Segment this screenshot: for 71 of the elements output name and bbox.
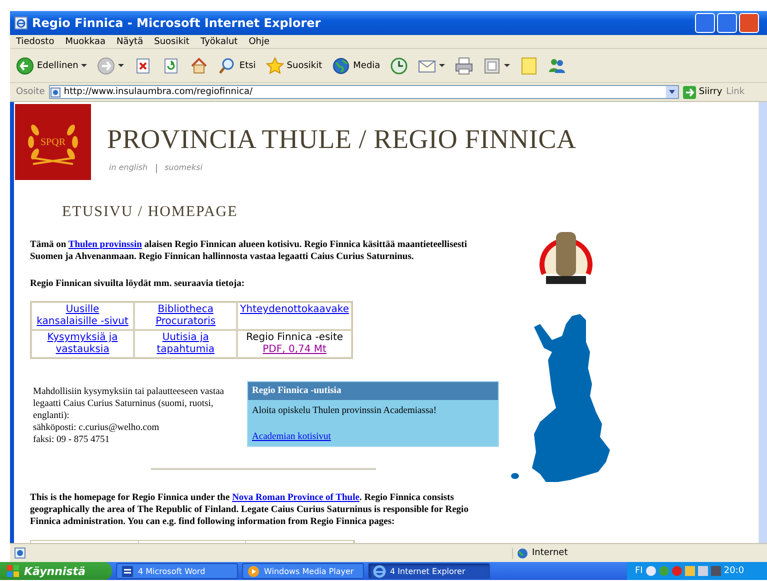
language-link[interactable]: suomeksi [164, 163, 202, 173]
taskbar-button[interactable]: 4 Internet Explorer [368, 563, 490, 579]
taskbar-button[interactable]: Windows Media Player [242, 563, 364, 579]
print-button[interactable] [453, 54, 476, 76]
favorites-button[interactable]: Suosikit [264, 54, 324, 76]
inline-link[interactable]: Thulen provinssin [68, 240, 142, 250]
paragraph: This is the homepage for Regio Finnica under the Nova Roman Province of Thule. Regio Finnica consists geographically the area of The Republic of Finland. Legate Caius Curius Saturninus is responsible for Regio Finnica administration. You can e.g. find following information from Regio Finnica pages: [30, 492, 470, 528]
note-icon [520, 56, 538, 74]
paragraph: Regio Finnican sivuilta löydät mm. seuraavia tietoja: [30, 278, 246, 290]
circle-tray-icon [672, 566, 682, 576]
maximize-button[interactable] [717, 13, 737, 33]
menu-item[interactable]: Ohje [248, 36, 270, 46]
table-text: Regio Finnica -esite [245, 332, 344, 344]
clock: 20:0 [724, 566, 744, 576]
search-icon [218, 56, 236, 74]
address-label: Osoite [16, 87, 45, 97]
inline-link[interactable]: Nova Roman Province of Thule [232, 493, 360, 503]
window-icon [483, 56, 502, 74]
forward-button[interactable] [95, 54, 126, 76]
scrollbar[interactable] [758, 102, 767, 543]
menu-item[interactable]: Näytä [116, 36, 144, 46]
printer-icon [455, 56, 474, 74]
square-tray-icon [684, 566, 695, 576]
page-icon [14, 547, 26, 559]
people-icon [548, 56, 566, 74]
contact-text: Mahdollisiin kysymyksiin tai palautteeseen vastaa legaatti Caius Curius Saturninus (suomi, ruotsi, englanti): [33, 386, 226, 422]
dropdown-icon [666, 86, 678, 98]
ie-logo-icon [14, 16, 28, 30]
windows-flag-icon [6, 564, 20, 578]
close-button[interactable] [739, 13, 759, 33]
search-button[interactable]: Etsi [216, 54, 258, 76]
page-icon [50, 86, 61, 98]
ie-logo-icon [373, 564, 386, 578]
minimize-button[interactable] [695, 13, 715, 33]
document-icon [121, 564, 134, 578]
menu-item[interactable]: Työkalut [200, 36, 238, 46]
language-link[interactable]: in english [109, 163, 148, 173]
site-title: PROVINCIA THULE / REGIO FINNICA [107, 124, 576, 155]
house-icon [190, 56, 208, 74]
refresh-icon [162, 56, 180, 74]
back-button[interactable]: Edellinen [14, 54, 90, 76]
circle-tray-icon [658, 566, 669, 576]
address-field[interactable]: http://www.insulaumbra.com/regiofinnica/ [48, 85, 679, 99]
contact-text: faksi: 09 - 875 4751 [33, 434, 111, 446]
news-title: Regio Finnica -uutisia [248, 382, 498, 400]
start-button[interactable]: Käynnistä [0, 562, 112, 580]
pdf-link[interactable]: PDF, 0,74 Mt [262, 344, 326, 355]
menu-item[interactable]: Suosikit [154, 36, 190, 46]
page-heading: ETUSIVU / HOMEPAGE [62, 204, 239, 221]
menu-item[interactable]: Tiedosto [16, 36, 54, 46]
media-player-icon [247, 564, 260, 578]
taskbar-button[interactable]: 4 Microsoft Word [116, 563, 238, 579]
window-title: Regio Finnica - Microsoft Internet Explorer [32, 16, 322, 30]
globe-icon [517, 548, 528, 558]
news-text: Aloita opiskelu Thulen provinssin Academiassa! [251, 405, 438, 418]
contact-text: sähköposti: c.curius@welho.com [33, 422, 160, 434]
circle-tray-icon [646, 566, 656, 576]
monitor-tray-icon [710, 566, 721, 576]
paragraph: Tämä on Thulen provinssin alaisen Regio Finnican alueen kotisivu. Regio Finnica käsittää maantieteellisesti Suomen ja Ahvenanmaan. Regio Finnican hallinnosta vastaa legaatti Caius Curius Saturninus. [30, 239, 468, 263]
menu-item[interactable]: Muokkaa [65, 36, 106, 46]
globe-icon [332, 56, 350, 74]
clock-icon [390, 56, 408, 74]
square-tray-icon [698, 566, 708, 576]
logo-text: SPQR [40, 136, 66, 148]
go-arrow-icon [682, 86, 696, 98]
media-button[interactable]: Media [330, 54, 382, 76]
news-link[interactable]: Academian kotisivut [252, 431, 331, 443]
go-button[interactable]: Siirry [682, 86, 722, 98]
zone-label: Internet [532, 548, 568, 558]
star-icon [266, 56, 284, 74]
stop-icon [134, 56, 152, 74]
